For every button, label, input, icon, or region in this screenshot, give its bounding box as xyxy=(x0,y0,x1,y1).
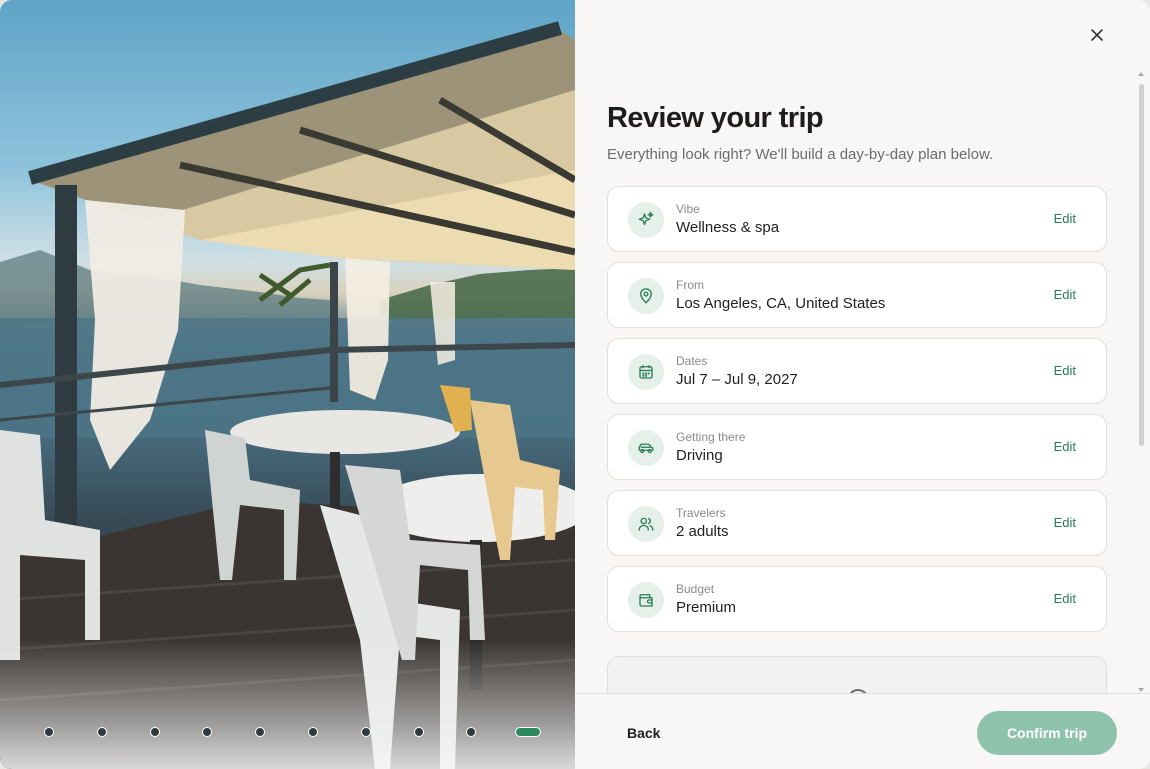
review-scroll-area[interactable]: Review your trip Everything look right? … xyxy=(575,70,1150,693)
summary-label: Budget xyxy=(676,582,715,596)
confirm-trip-button[interactable]: Confirm trip xyxy=(977,711,1117,755)
summary-label: Vibe xyxy=(676,202,700,216)
trip-review-modal: Review your trip Everything look right? … xyxy=(0,0,1150,769)
carousel-dots xyxy=(0,725,575,739)
page-subtitle: Everything look right? We'll build a day… xyxy=(607,146,994,163)
sparkles-icon xyxy=(628,202,664,238)
summary-value: Los Angeles, CA, United States xyxy=(676,295,886,312)
edit-from-button[interactable]: Edit xyxy=(1054,287,1076,302)
carousel-dot[interactable] xyxy=(202,727,213,737)
close-icon xyxy=(1091,29,1103,41)
edit-budget-button[interactable]: Edit xyxy=(1054,591,1076,606)
scrollbar[interactable] xyxy=(1137,72,1145,692)
car-icon xyxy=(628,430,664,466)
carousel-dot[interactable] xyxy=(255,727,266,737)
summary-value: 2 adults xyxy=(676,523,729,540)
destination-photo xyxy=(0,0,575,769)
scrollbar-thumb[interactable] xyxy=(1139,84,1144,446)
summary-card-travelers: Travelers 2 adults Edit xyxy=(607,490,1107,556)
plan-loading-card xyxy=(607,656,1107,693)
summary-card-budget: Budget Premium Edit xyxy=(607,566,1107,632)
summary-card-getting-there: Getting there Driving Edit xyxy=(607,414,1107,480)
summary-card-dates: Dates Jul 7 – Jul 9, 2027 Edit xyxy=(607,338,1107,404)
carousel-dot[interactable] xyxy=(149,727,160,737)
carousel-dot-active[interactable] xyxy=(515,727,542,737)
carousel-dot[interactable] xyxy=(466,727,477,737)
review-panel: Review your trip Everything look right? … xyxy=(575,0,1150,769)
summary-value: Driving xyxy=(676,447,723,464)
wallet-icon xyxy=(628,582,664,618)
edit-dates-button[interactable]: Edit xyxy=(1054,363,1076,378)
summary-label: Travelers xyxy=(676,506,726,520)
users-icon xyxy=(628,506,664,542)
summary-label: From xyxy=(676,278,704,292)
summary-card-from: From Los Angeles, CA, United States Edit xyxy=(607,262,1107,328)
close-button[interactable] xyxy=(1084,22,1110,48)
calendar-icon xyxy=(628,354,664,390)
carousel-dot[interactable] xyxy=(96,727,107,737)
summary-value: Jul 7 – Jul 9, 2027 xyxy=(676,371,798,388)
scroll-down-icon[interactable] xyxy=(1138,688,1144,692)
carousel-dot[interactable] xyxy=(360,727,371,737)
edit-vibe-button[interactable]: Edit xyxy=(1054,211,1076,226)
scroll-up-icon[interactable] xyxy=(1138,72,1144,76)
map-pin-icon xyxy=(628,278,664,314)
back-button[interactable]: Back xyxy=(627,725,660,741)
page-title: Review your trip xyxy=(607,102,824,134)
summary-value: Premium xyxy=(676,599,737,616)
carousel-dot[interactable] xyxy=(44,727,54,737)
carousel-dot[interactable] xyxy=(308,727,318,737)
edit-travelers-button[interactable]: Edit xyxy=(1054,515,1076,530)
summary-value: Wellness & spa xyxy=(676,219,780,236)
edit-getting-there-button[interactable]: Edit xyxy=(1054,439,1076,454)
summary-label: Getting there xyxy=(676,430,746,444)
dialog-footer: Back Confirm trip xyxy=(575,693,1150,769)
summary-label: Dates xyxy=(676,354,708,368)
summary-card-vibe: Vibe Wellness & spa Edit xyxy=(607,186,1107,252)
carousel-dot[interactable] xyxy=(413,727,424,737)
photo-bottom-fade xyxy=(0,639,575,769)
